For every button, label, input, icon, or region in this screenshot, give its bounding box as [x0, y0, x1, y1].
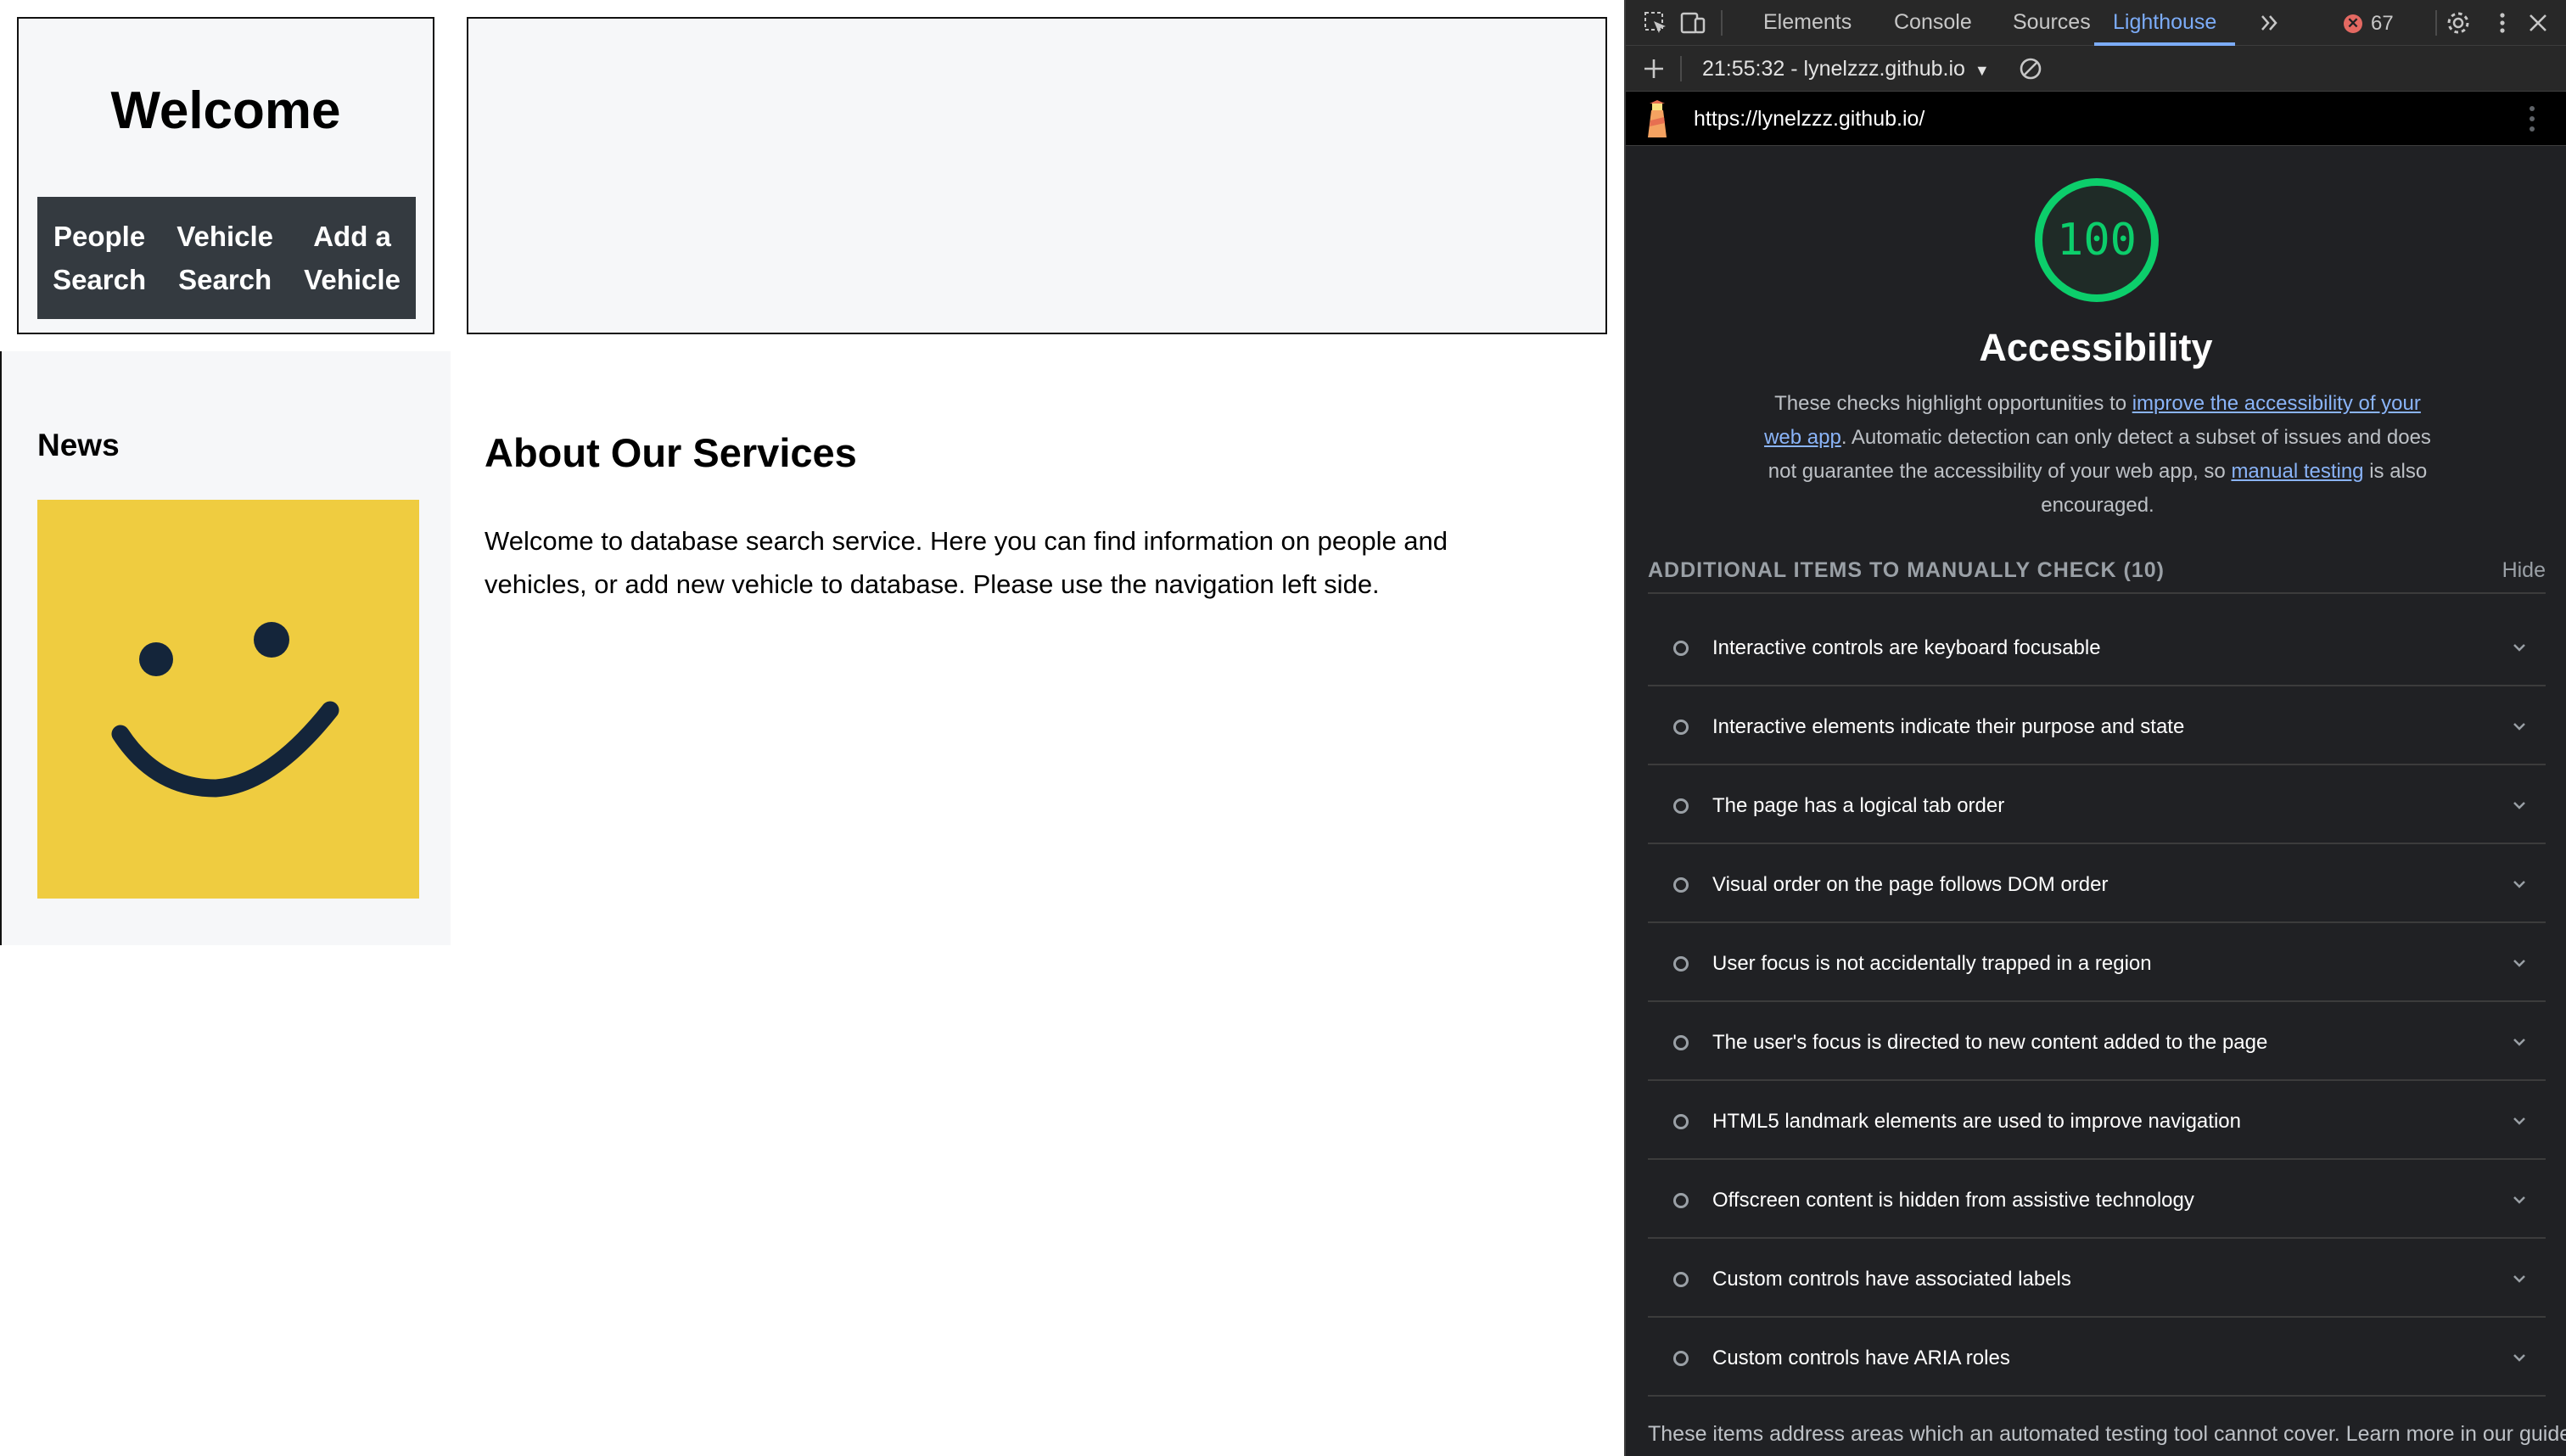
tab-lighthouse[interactable]: Lighthouse [2094, 0, 2236, 46]
audit-title: Interactive elements indicate their purp… [1712, 715, 2185, 738]
audit-item[interactable]: HTML5 landmark elements are used to impr… [1648, 1081, 2546, 1160]
manual-audit-icon [1673, 641, 1689, 656]
manual-audit-icon [1673, 1114, 1689, 1129]
audit-item[interactable]: The user's focus is directed to new cont… [1648, 1002, 2546, 1081]
devtools-toolbar: Elements Console Sources Lighthouse ✕ 67 [1626, 0, 2566, 46]
web-page: Welcome People Search Vehicle Search Add… [0, 0, 1624, 1456]
clear-icon[interactable] [2018, 56, 2043, 81]
audit-item[interactable]: Visual order on the page follows DOM ord… [1648, 844, 2546, 923]
about-heading: About Our Services [485, 430, 857, 475]
manual-audit-icon [1673, 1272, 1689, 1287]
lighthouse-subbar: 21:55:32 - lynelzzz.github.io ▼ [1626, 46, 2566, 92]
manual-audit-icon [1673, 720, 1689, 735]
error-counter[interactable]: ✕ 67 [2344, 12, 2394, 36]
audit-title: Interactive controls are keyboard focusa… [1712, 636, 2101, 659]
audit-title: User focus is not accidentally trapped i… [1712, 952, 2152, 975]
error-count: 67 [2371, 12, 2394, 35]
audit-item[interactable]: Custom controls have associated labels [1648, 1239, 2546, 1318]
device-toolbar-icon[interactable] [1680, 10, 1706, 36]
audit-item[interactable]: User focus is not accidentally trapped i… [1648, 923, 2546, 1002]
manual-audit-icon [1673, 1035, 1689, 1050]
site-title: Welcome [110, 81, 341, 140]
report-url: https://lynelzzz.github.io/ [1694, 107, 1925, 131]
manual-audit-icon [1673, 798, 1689, 814]
category-description: These checks highlight opportunities to … [1764, 392, 2431, 517]
manual-check-title: ADDITIONAL ITEMS TO MANUALLY CHECK (10) [1648, 558, 2165, 582]
manual-audit-icon [1673, 1193, 1689, 1208]
audit-title: The page has a logical tab order [1712, 794, 2005, 817]
manual-audit-icon [1673, 1351, 1689, 1366]
news-sidebar: News [0, 351, 451, 945]
nav-people-search[interactable]: People Search [53, 215, 146, 301]
toolbar-divider [2435, 10, 2437, 36]
hide-button[interactable]: Hide [2502, 558, 2546, 583]
inspect-element-icon[interactable] [1643, 10, 1668, 36]
error-icon: ✕ [2344, 14, 2362, 33]
news-heading: News [37, 428, 120, 462]
dropdown-caret-icon: ▼ [1974, 62, 1990, 79]
manual-check-group-header: ADDITIONAL ITEMS TO MANUALLY CHECK (10) … [1648, 552, 2546, 594]
chevron-down-icon [2513, 1039, 2525, 1046]
tab-console[interactable]: Console [1894, 0, 1972, 46]
report-url-bar: https://lynelzzz.github.io/ [1626, 92, 2566, 146]
manual-testing-link[interactable]: manual testing [2231, 460, 2363, 483]
chevron-down-icon [2513, 1117, 2525, 1125]
toolbar-divider [1721, 10, 1723, 36]
report-selector[interactable]: 21:55:32 - lynelzzz.github.io ▼ [1702, 46, 1990, 92]
devtools-panel: Elements Console Sources Lighthouse ✕ 67… [1624, 0, 2566, 1456]
audit-item[interactable]: Custom controls have ARIA roles [1648, 1318, 2546, 1397]
audit-title: HTML5 landmark elements are used to impr… [1712, 1110, 2241, 1133]
plus-icon[interactable] [1641, 56, 1667, 81]
tab-elements[interactable]: Elements [1763, 0, 1852, 46]
audit-title: Custom controls have ARIA roles [1712, 1347, 2010, 1369]
audit-title: Visual order on the page follows DOM ord… [1712, 873, 2109, 896]
chevron-down-icon [2513, 1354, 2525, 1362]
more-vertical-icon[interactable] [2490, 10, 2515, 36]
audit-item[interactable]: Offscreen content is hidden from assisti… [1648, 1160, 2546, 1239]
audit-list: Interactive controls are keyboard focusa… [1648, 608, 2546, 1397]
chevron-down-icon [2513, 723, 2525, 731]
chevron-down-icon [2513, 644, 2525, 652]
chevron-down-icon [2513, 1275, 2525, 1283]
double-chevron-icon[interactable] [2257, 10, 2283, 36]
chevron-down-icon [2513, 881, 2525, 888]
chevron-down-icon [2513, 802, 2525, 809]
smiley-image [37, 500, 419, 899]
category-title: Accessibility [1979, 326, 2213, 369]
nav-vehicle-search[interactable]: Vehicle Search [176, 215, 273, 301]
manual-audit-icon [1673, 956, 1689, 972]
audit-item[interactable]: Interactive controls are keyboard focusa… [1648, 608, 2546, 686]
toolbar-divider [1680, 56, 1682, 81]
site-header: Welcome People Search Vehicle Search Add… [17, 17, 434, 334]
more-vertical-icon[interactable] [2524, 104, 2541, 134]
nav-add-vehicle[interactable]: Add a Vehicle [304, 215, 401, 301]
audit-title: The user's focus is directed to new cont… [1712, 1031, 2268, 1054]
smiley-face-icon [111, 622, 339, 798]
report-selector-label: 21:55:32 - lynelzzz.github.io [1702, 57, 1965, 81]
close-icon[interactable] [2525, 10, 2551, 36]
tab-sources[interactable]: Sources [2013, 0, 2091, 46]
audit-title: Offscreen content is hidden from assisti… [1712, 1189, 2194, 1212]
main-nav: People Search Vehicle Search Add a Vehic… [37, 197, 416, 319]
audit-title: Custom controls have associated labels [1712, 1268, 2071, 1291]
manual-check-footnote: These items address areas which an autom… [1648, 1422, 2566, 1446]
about-paragraph: Welcome to database search service. Here… [485, 526, 1448, 599]
score-gauge: 100 [2035, 178, 2159, 302]
manual-audit-icon [1673, 877, 1689, 893]
audit-item[interactable]: The page has a logical tab order [1648, 765, 2546, 844]
gear-icon[interactable] [2446, 10, 2471, 36]
lighthouse-logo-icon [1648, 100, 1667, 137]
chevron-down-icon [2513, 960, 2525, 967]
chevron-down-icon [2513, 1196, 2525, 1204]
audit-item[interactable]: Interactive elements indicate their purp… [1648, 686, 2546, 765]
banner-panel [467, 17, 1607, 334]
